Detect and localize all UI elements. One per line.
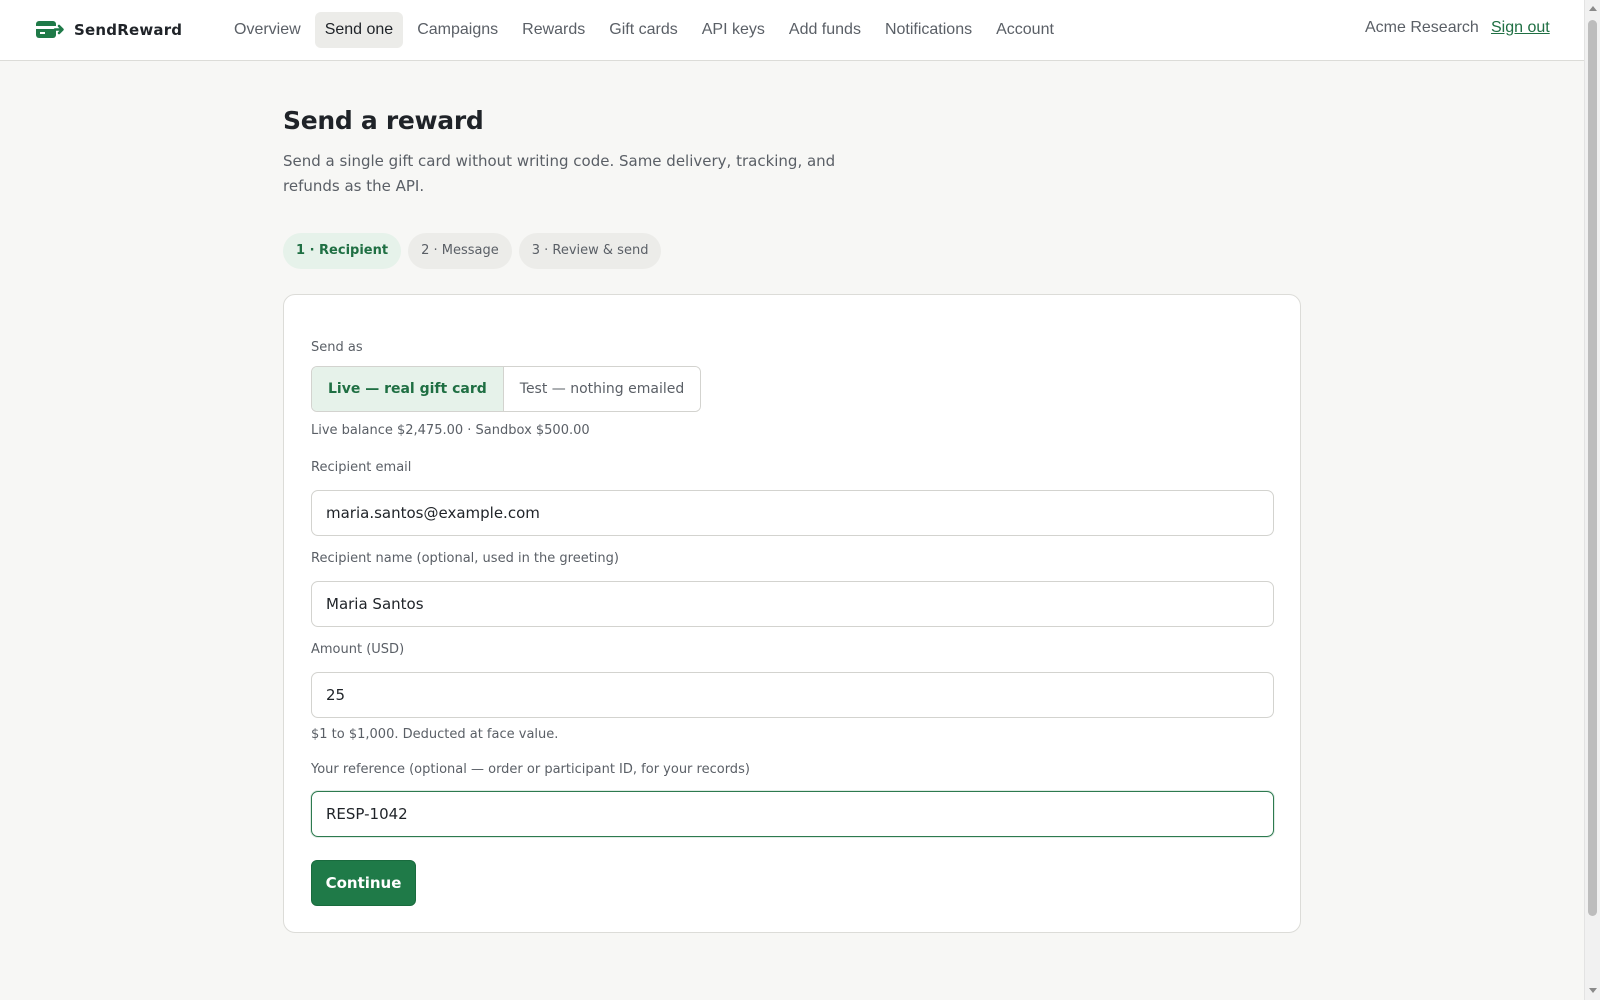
balance-hint: Live balance $2,475.00 · Sandbox $500.00: [311, 423, 590, 438]
nav-rewards[interactable]: Rewards: [512, 12, 595, 48]
gift-card-arrow-icon: [36, 21, 64, 38]
nav-campaigns[interactable]: Campaigns: [407, 12, 508, 48]
reference-label: Your reference (optional — order or part…: [311, 762, 750, 777]
top-navigation-bar: SendReward Overview Send one Campaigns R…: [0, 0, 1584, 61]
nav-gift-cards[interactable]: Gift cards: [599, 12, 687, 48]
page-scrollbar[interactable]: [1584, 0, 1600, 1000]
nav-add-funds[interactable]: Add funds: [779, 12, 871, 48]
amount-input[interactable]: [311, 672, 1274, 718]
step-review-send[interactable]: 3 · Review & send: [518, 233, 662, 269]
send-as-test-option[interactable]: Test — nothing emailed: [503, 367, 701, 411]
nav-overview[interactable]: Overview: [224, 12, 311, 48]
sign-out-link[interactable]: Sign out: [1491, 19, 1550, 37]
recipient-email-label: Recipient email: [311, 460, 412, 475]
amount-label: Amount (USD): [311, 642, 405, 657]
send-as-label: Send as: [311, 340, 363, 355]
reference-input[interactable]: [311, 791, 1274, 837]
nav-notifications[interactable]: Notifications: [875, 12, 982, 48]
account-name: Acme Research: [1365, 19, 1479, 36]
recipient-name-input[interactable]: [311, 581, 1274, 627]
brand-logo[interactable]: SendReward: [36, 19, 182, 41]
page-subtitle: Send a single gift card without writing …: [283, 152, 836, 195]
amount-hint: $1 to $1,000. Deducted at face value.: [311, 727, 559, 742]
scroll-up-arrow-icon[interactable]: [1589, 6, 1597, 11]
scrollbar-thumb[interactable]: [1588, 20, 1597, 916]
recipient-form-card: Send as Live — real gift card Test — not…: [283, 294, 1301, 933]
wizard-steps: 1 · Recipient 2 · Message 3 · Review & s…: [283, 233, 662, 269]
nav-api-keys[interactable]: API keys: [692, 12, 775, 48]
recipient-name-label: Recipient name (optional, used in the gr…: [311, 551, 619, 566]
scroll-down-arrow-icon[interactable]: [1589, 988, 1597, 993]
step-message[interactable]: 2 · Message: [408, 233, 512, 269]
send-as-toggle: Live — real gift card Test — nothing ema…: [311, 366, 702, 412]
nav-send-one[interactable]: Send one: [314, 12, 404, 48]
send-as-live-option[interactable]: Live — real gift card: [312, 367, 504, 411]
page-title: Send a reward: [283, 106, 484, 135]
recipient-email-input[interactable]: [311, 490, 1274, 536]
step-recipient[interactable]: 1 · Recipient: [283, 233, 402, 269]
main-nav: Overview Send one Campaigns Rewards Gift…: [224, 12, 1064, 48]
brand-name: SendReward: [74, 21, 183, 39]
continue-button[interactable]: Continue: [311, 860, 416, 906]
nav-account[interactable]: Account: [986, 12, 1064, 48]
